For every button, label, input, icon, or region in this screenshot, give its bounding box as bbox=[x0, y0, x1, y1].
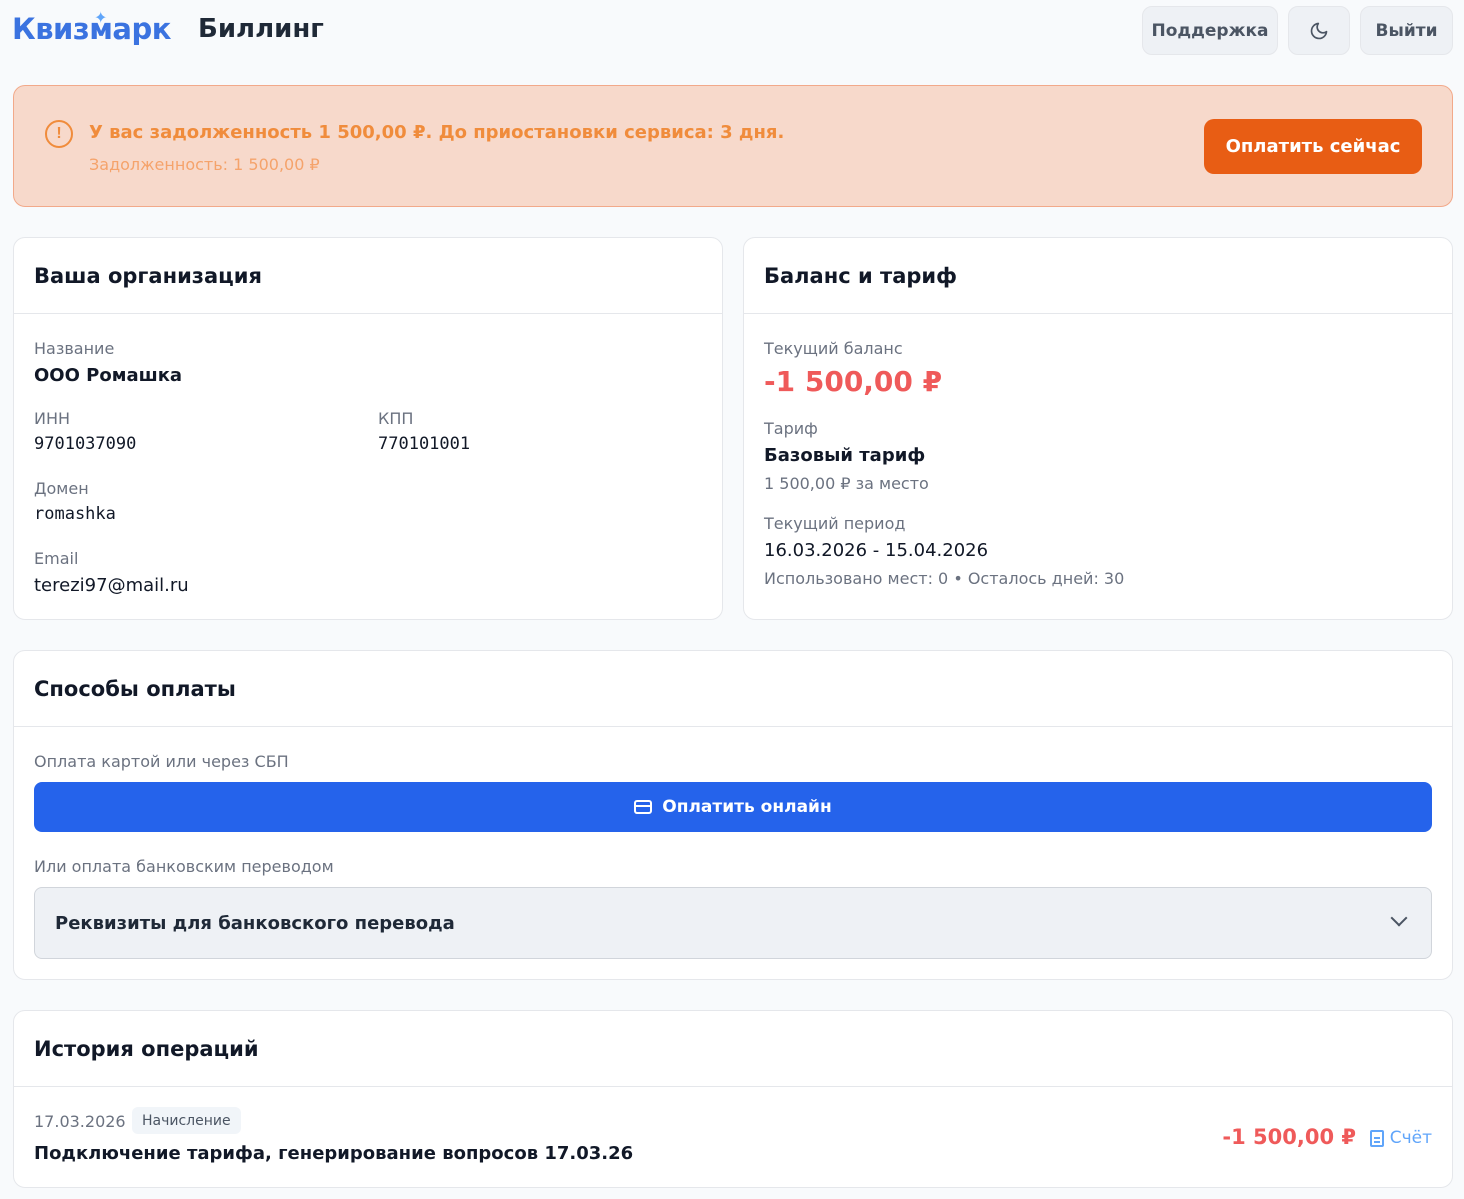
tariff-label: Тариф bbox=[764, 419, 818, 438]
bank-details-label: Реквизиты для банковского перевода bbox=[55, 913, 455, 934]
bank-details-accordion[interactable]: Реквизиты для банковского перевода bbox=[34, 887, 1432, 959]
card-header: Ваша организация bbox=[14, 238, 722, 314]
history-description: Подключение тарифа, генерирование вопрос… bbox=[34, 1143, 634, 1164]
card-header: История операций bbox=[14, 1011, 1452, 1087]
card-title: Способы оплаты bbox=[34, 677, 236, 701]
card-title: Ваша организация bbox=[34, 264, 262, 288]
debt-alert: ! У вас задолженность 1 500,00 ₽. До при… bbox=[13, 85, 1453, 207]
kpp-label: КПП bbox=[378, 409, 414, 428]
history-amount: -1 500,00 ₽ bbox=[1222, 1125, 1356, 1149]
org-name-label: Название bbox=[34, 339, 115, 358]
sparkle-icon: ✦ bbox=[94, 8, 107, 27]
card-title: Баланс и тариф bbox=[764, 264, 957, 288]
current-balance-label: Текущий баланс bbox=[764, 339, 903, 358]
payment-methods-card: Способы оплаты Оплата картой или через С… bbox=[13, 650, 1453, 980]
email-value: terezi97@mail.ru bbox=[34, 575, 189, 596]
period-label: Текущий период bbox=[764, 514, 906, 533]
inn-value: 9701037090 bbox=[34, 434, 137, 454]
moon-icon bbox=[1310, 22, 1328, 39]
inn-label: ИНН bbox=[34, 409, 71, 428]
logout-button[interactable]: Выйти bbox=[1360, 6, 1453, 55]
card-header: Способы оплаты bbox=[14, 651, 1452, 727]
domain-value: romashka bbox=[34, 504, 116, 524]
invoice-link[interactable]: Счёт bbox=[1369, 1128, 1432, 1148]
online-caption: Оплата картой или через СБП bbox=[34, 752, 289, 771]
organization-card: Ваша организация Название ООО Ромашка ИН… bbox=[13, 237, 723, 620]
credit-card-icon bbox=[634, 800, 653, 814]
usage-info: Использовано мест: 0 • Осталось дней: 30 bbox=[764, 569, 1125, 588]
kpp-value: 770101001 bbox=[378, 434, 471, 454]
card-title: История операций bbox=[34, 1037, 259, 1061]
period-value: 16.03.2026 - 15.04.2026 bbox=[764, 540, 989, 561]
history-date: 17.03.2026 bbox=[34, 1112, 126, 1131]
logo[interactable]: Квизмарк ✦ bbox=[12, 8, 171, 46]
chevron-down-icon bbox=[1390, 909, 1408, 927]
header: Квизмарк ✦ Биллинг Поддержка Выйти bbox=[0, 0, 1464, 70]
org-name-value: ООО Ромашка bbox=[34, 365, 183, 386]
domain-label: Домен bbox=[34, 479, 89, 498]
pay-online-button[interactable]: Оплатить онлайн bbox=[34, 782, 1432, 832]
tariff-value: Базовый тариф bbox=[764, 445, 926, 466]
email-label: Email bbox=[34, 549, 79, 568]
page-title: Биллинг bbox=[198, 14, 324, 44]
history-card: История операций 17.03.2026 Начисление П… bbox=[13, 1010, 1453, 1188]
bank-caption: Или оплата банковским переводом bbox=[34, 857, 334, 876]
balance-card: Баланс и тариф Текущий баланс -1 500,00 … bbox=[743, 237, 1453, 620]
logo-text: Квизмарк bbox=[12, 12, 171, 46]
alert-title: У вас задолженность 1 500,00 ₽. До приос… bbox=[89, 122, 785, 143]
current-balance-value: -1 500,00 ₽ bbox=[764, 365, 943, 398]
alert-subtitle: Задолженность: 1 500,00 ₽ bbox=[89, 155, 320, 174]
document-icon bbox=[1369, 1129, 1384, 1147]
theme-toggle-button[interactable] bbox=[1288, 6, 1350, 55]
support-button[interactable]: Поддержка bbox=[1142, 6, 1278, 55]
card-header: Баланс и тариф bbox=[744, 238, 1452, 314]
pay-now-button[interactable]: Оплатить сейчас bbox=[1204, 119, 1422, 174]
pay-online-label: Оплатить онлайн bbox=[662, 797, 832, 817]
warning-icon: ! bbox=[45, 120, 73, 148]
invoice-label: Счёт bbox=[1389, 1128, 1432, 1148]
history-type-badge: Начисление bbox=[132, 1107, 241, 1134]
tariff-price: 1 500,00 ₽ за место bbox=[764, 474, 929, 493]
